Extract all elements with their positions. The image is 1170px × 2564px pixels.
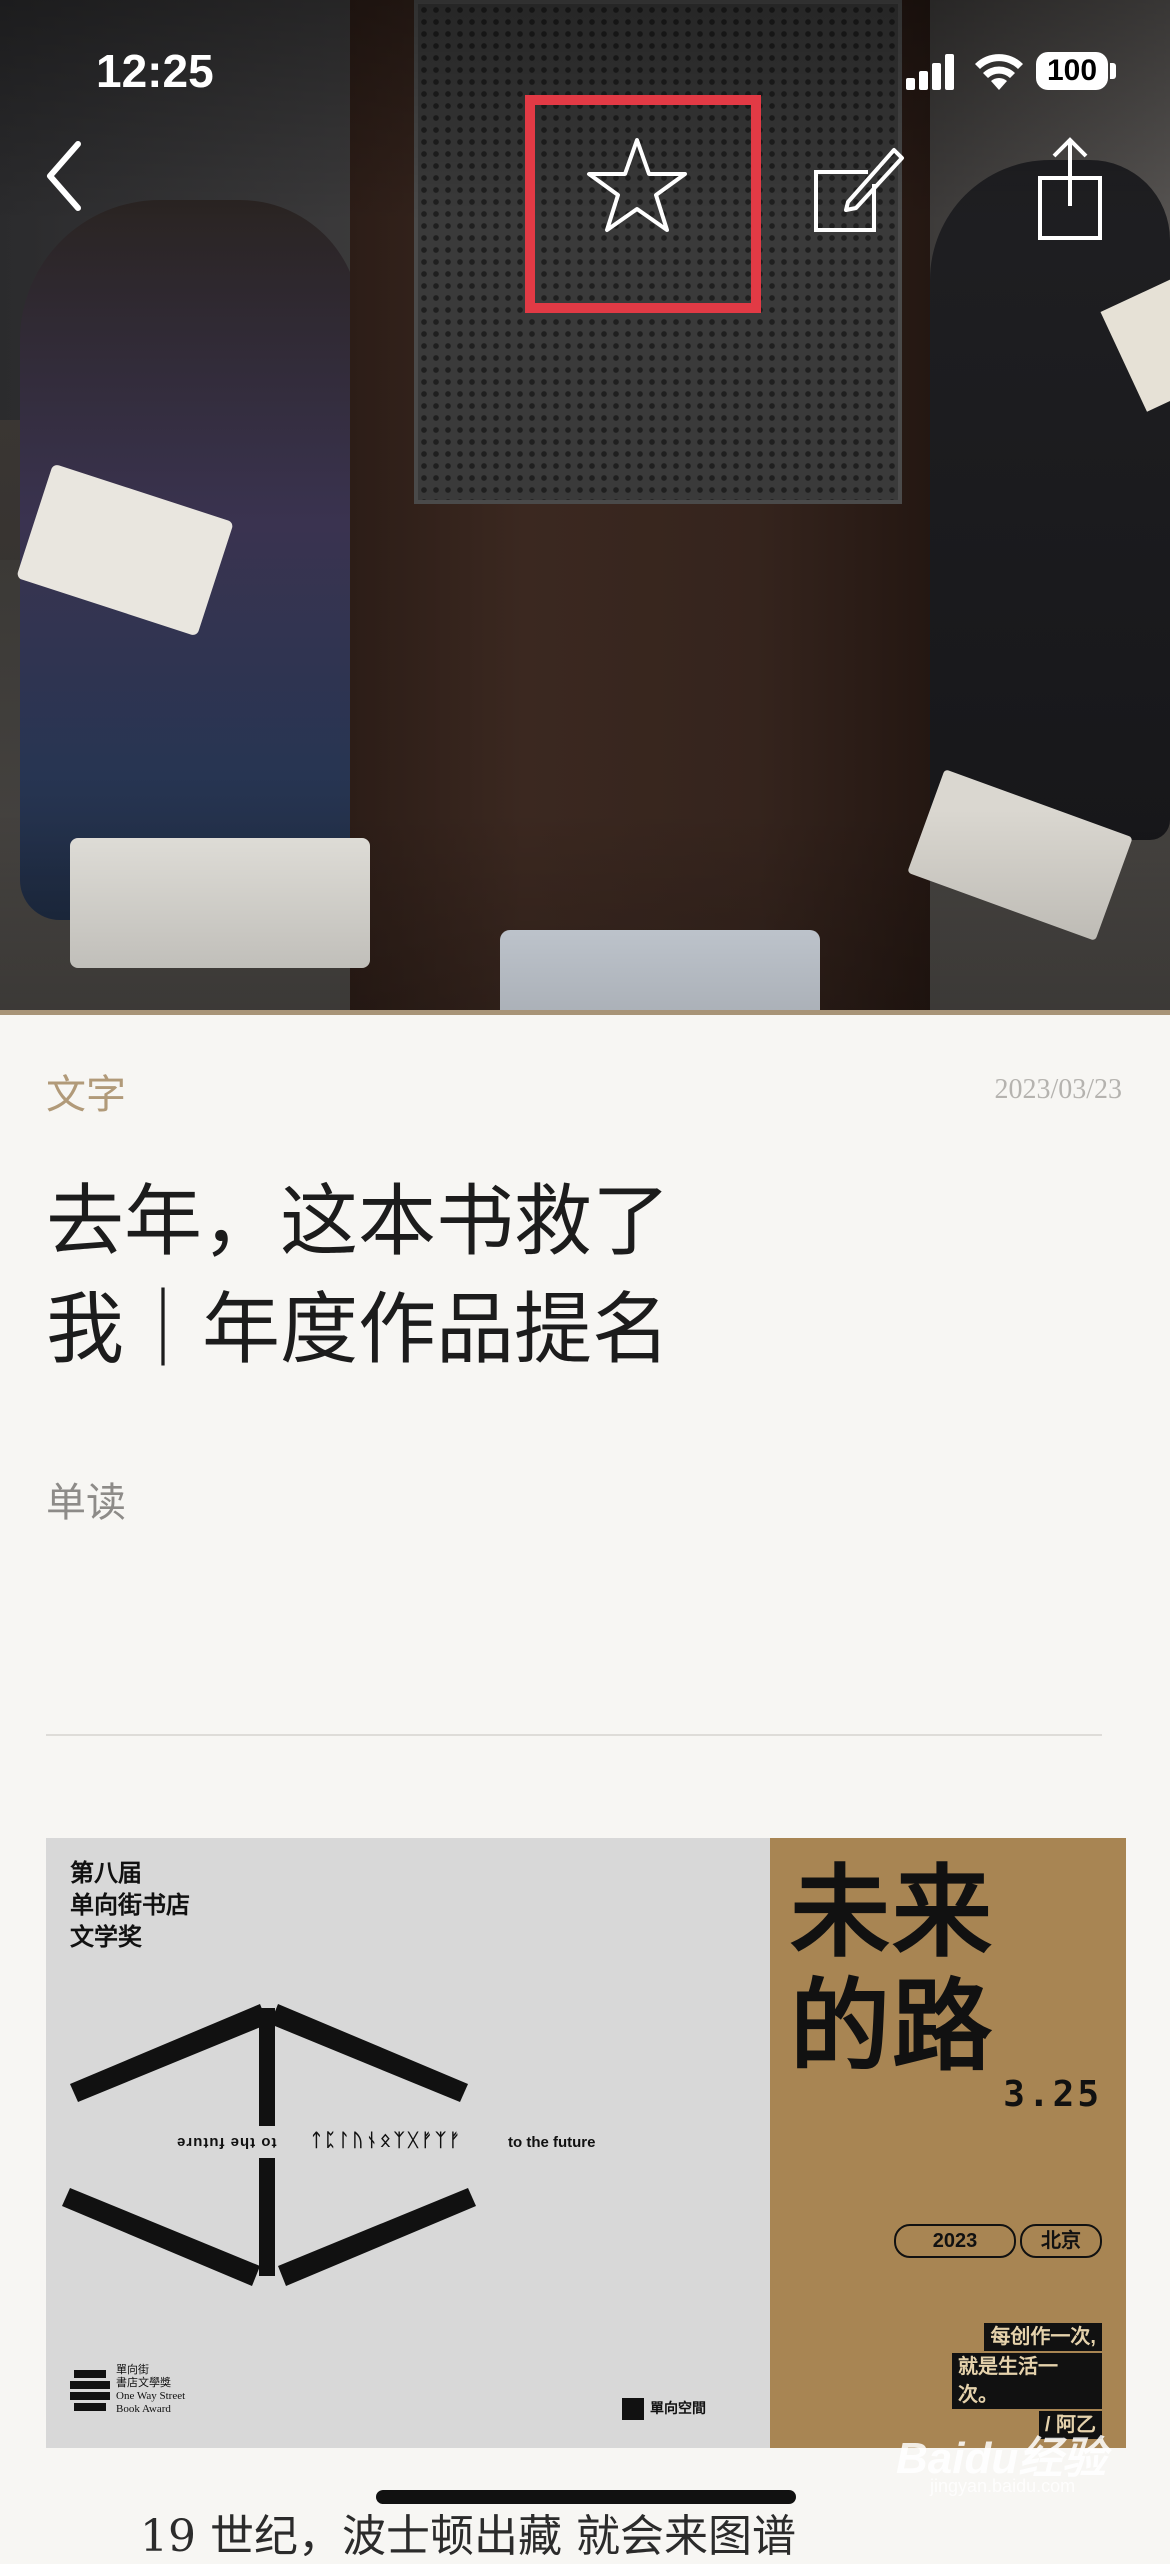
- award-poster-image: 第八届 单向街书店 文学奖 to the future ᛏᛈᛚᚢᚾᛟᛉᚷᚠᛉᚠ …: [46, 1838, 1126, 2448]
- status-time: 12:25: [96, 45, 214, 97]
- article-author[interactable]: 单读: [46, 1470, 126, 1528]
- battery-icon: 100: [1036, 52, 1108, 90]
- poster-tagline: to the future: [508, 2134, 596, 2151]
- cover-bottom-rule: [0, 1010, 1170, 1015]
- poster-right-panel: 未来 的路 3.25 2023 北京 每创作一次, 就是生活一次。 / 阿乙: [770, 1838, 1126, 2448]
- poster-big-title: 未来 的路: [790, 1857, 994, 2083]
- edit-icon[interactable]: [808, 140, 908, 240]
- space-logo-icon: [622, 2398, 644, 2420]
- article-date: 2023/03/23: [994, 1074, 1122, 1105]
- poster-runic-glyphs: ᛏᛈᛚᚢᚾᛟᛉᚷᚠᛉᚠ: [311, 2130, 463, 2150]
- poster-org-logo-text: 單向街 書店文學獎 One Way Street Book Award: [116, 2364, 186, 2415]
- battery-tip: [1110, 63, 1116, 79]
- bookstore-logo-icon: [70, 2370, 110, 2411]
- baidu-watermark-url: jingyan.baidu.com: [930, 2476, 1076, 2496]
- poster-space-logo: 單向空間: [650, 2400, 706, 2416]
- home-indicator[interactable]: [376, 2490, 796, 2504]
- share-icon[interactable]: [1030, 134, 1110, 244]
- back-icon[interactable]: [38, 136, 98, 216]
- article-title-line2: 我｜年度作品提名: [46, 1285, 671, 1375]
- poster-event-date: 3.25: [1003, 2074, 1102, 2115]
- poster-slogan-line2: 就是生活一次。: [952, 2353, 1102, 2409]
- poster-city-pill: 北京: [1020, 2224, 1102, 2258]
- wifi-icon: [975, 54, 1023, 90]
- poster-left-panel: 第八届 单向街书店 文学奖 to the future ᛏᛈᛚᚢᚾᛟᛉᚷᚠᛉᚠ …: [46, 1838, 770, 2448]
- favorite-highlight-box: [525, 95, 761, 313]
- article-title-line1: 去年，这本书救了: [46, 1177, 671, 1267]
- poster-tagline-mirrored: to the future: [176, 2134, 277, 2151]
- cellular-signal-icon: [906, 54, 956, 90]
- article-title: 去年，这本书救了 我｜年度作品提名: [46, 1168, 806, 1384]
- section-divider: [46, 1734, 1102, 1736]
- poster-slogan-line1: 每创作一次,: [984, 2323, 1102, 2351]
- article-category[interactable]: 文字: [46, 1062, 126, 1120]
- article-body-next-line: 19 世纪，波士顿出藏 就会来图谱: [140, 2511, 796, 2562]
- poster-year-pill: 2023: [894, 2224, 1016, 2258]
